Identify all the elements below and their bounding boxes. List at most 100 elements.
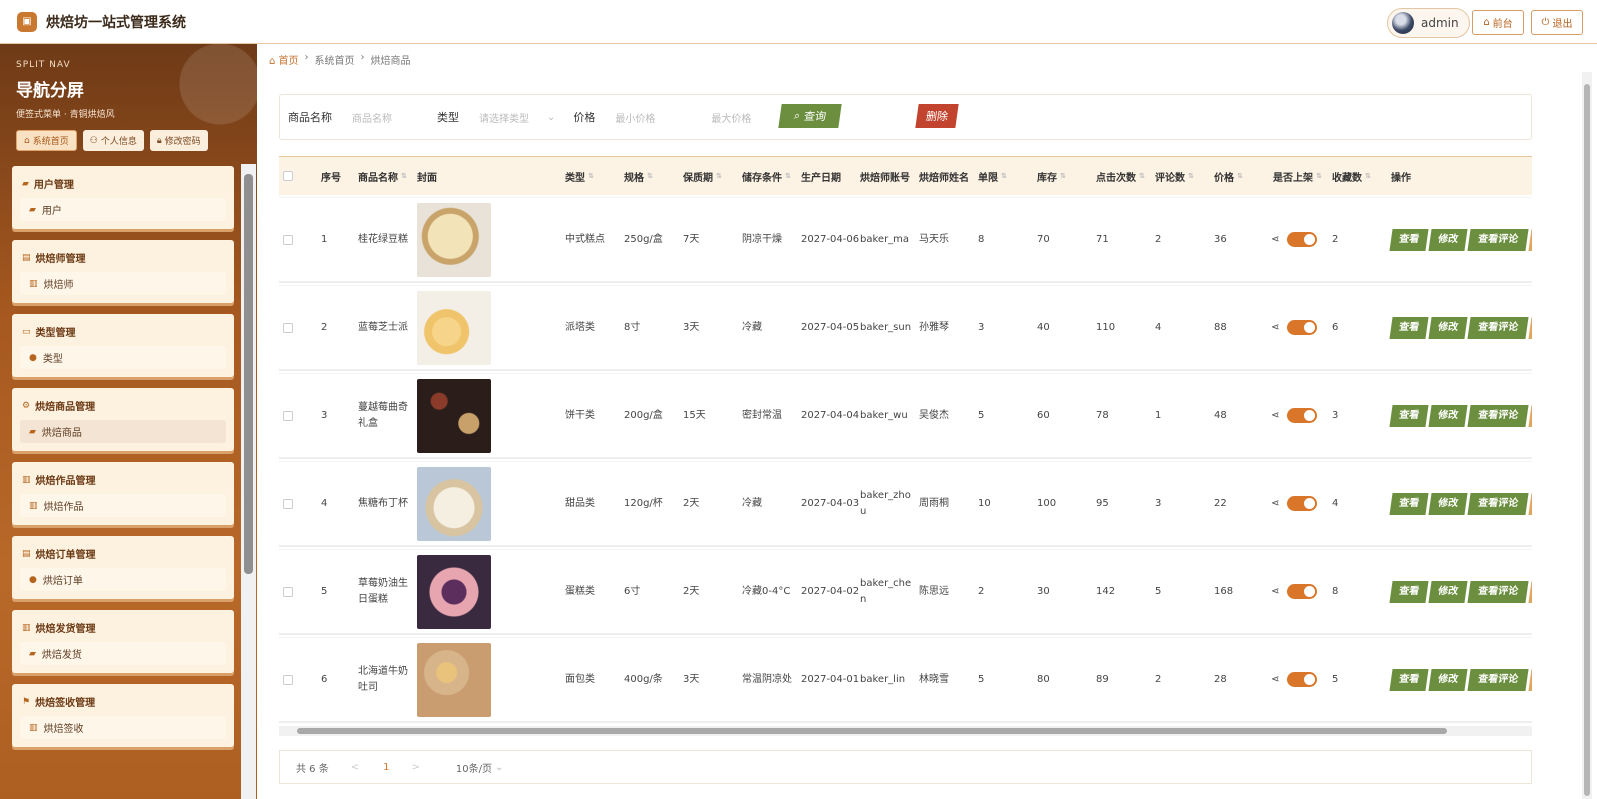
view-button[interactable]: 查看	[1389, 404, 1429, 427]
edit-button[interactable]: 修改	[1428, 668, 1468, 691]
view-comments-button[interactable]: 查看评论	[1467, 316, 1529, 339]
tab-home[interactable]: ⌂ 系统首页	[16, 130, 77, 151]
edit-button[interactable]: 修改	[1428, 492, 1468, 515]
next-page-button[interactable]: >	[412, 762, 420, 773]
more-actions-button[interactable]	[1528, 404, 1532, 427]
sort-icon[interactable]: ⇅	[401, 172, 407, 180]
sidebar-scrollbar[interactable]	[244, 174, 253, 574]
sidebar-item-order[interactable]: ● 烘焙订单	[20, 568, 226, 591]
row-checkbox[interactable]	[283, 586, 293, 597]
page-size-select[interactable]: 10条/页	[456, 760, 492, 775]
share-icon[interactable]: ⋖	[1271, 408, 1279, 424]
product-cover-image[interactable]	[417, 466, 491, 541]
sort-icon[interactable]: ⇅	[716, 172, 722, 180]
col-storage[interactable]: 储存条件 ⇅	[742, 157, 791, 195]
delete-button[interactable]: 删除	[915, 104, 959, 128]
product-cover-image[interactable]	[417, 202, 491, 277]
more-actions-button[interactable]	[1528, 668, 1532, 691]
sidebar-item-baker[interactable]: ▥ 烘焙师	[20, 272, 226, 295]
col-spec[interactable]: 规格 ⇅	[624, 157, 653, 195]
sort-icon[interactable]: ⇅	[1139, 172, 1145, 180]
sort-icon[interactable]: ⇅	[1001, 172, 1007, 180]
page-1[interactable]: 1	[383, 762, 389, 773]
user-badge[interactable]: admin	[1387, 8, 1470, 38]
share-icon[interactable]: ⋖	[1271, 496, 1279, 512]
menu-group-title[interactable]: ▤ 烘焙订单管理	[20, 544, 226, 568]
sort-icon[interactable]: ⇅	[1060, 172, 1066, 180]
view-comments-button[interactable]: 查看评论	[1467, 580, 1529, 603]
view-comments-button[interactable]: 查看评论	[1467, 404, 1529, 427]
type-select[interactable]: 请选择类型	[479, 110, 547, 125]
view-comments-button[interactable]: 查看评论	[1467, 228, 1529, 251]
sort-icon[interactable]: ⇅	[785, 172, 791, 180]
col-type[interactable]: 类型 ⇅	[565, 157, 594, 195]
tab-profile[interactable]: ⚇ 个人信息	[82, 130, 144, 151]
horizontal-scrollbar-thumb[interactable]	[297, 728, 1447, 734]
col-clicks[interactable]: 点击次数 ⇅	[1096, 157, 1145, 195]
view-button[interactable]: 查看	[1389, 668, 1429, 691]
product-cover-image[interactable]	[417, 554, 491, 629]
sidebar-item-works[interactable]: ▥ 烘焙作品	[20, 494, 226, 517]
col-favs[interactable]: 收藏数 ⇅	[1332, 157, 1371, 195]
edit-button[interactable]: 修改	[1428, 228, 1468, 251]
sort-icon[interactable]: ⇅	[647, 172, 653, 180]
select-all-checkbox[interactable]	[283, 171, 293, 181]
more-actions-button[interactable]	[1528, 316, 1532, 339]
col-stock[interactable]: 库存 ⇅	[1037, 157, 1066, 195]
edit-button[interactable]: 修改	[1428, 316, 1468, 339]
horizontal-scrollbar[interactable]	[279, 726, 1532, 736]
page-scrollbar[interactable]	[1582, 72, 1592, 799]
sort-icon[interactable]: ⇅	[1316, 172, 1322, 180]
sidebar-item-shipping[interactable]: ▰ 烘焙发货	[20, 642, 226, 665]
menu-group-title[interactable]: ▥ 烘焙作品管理	[20, 470, 226, 494]
col-price[interactable]: 价格 ⇅	[1214, 157, 1243, 195]
view-comments-button[interactable]: 查看评论	[1467, 492, 1529, 515]
breadcrumb-home[interactable]: ⌂ 首页	[269, 52, 299, 67]
more-actions-button[interactable]	[1528, 580, 1532, 603]
max-price-input[interactable]: 最大价格	[711, 110, 781, 125]
more-actions-button[interactable]	[1528, 228, 1532, 251]
on-shelf-toggle[interactable]	[1287, 408, 1318, 423]
tab-password[interactable]: 🔒︎ 修改密码	[149, 130, 208, 151]
breadcrumb-item[interactable]: 系统首页	[315, 52, 355, 67]
col-shelf[interactable]: 保质期 ⇅	[683, 157, 722, 195]
share-icon[interactable]: ⋖	[1271, 232, 1279, 248]
prev-page-button[interactable]: <	[351, 762, 359, 773]
row-checkbox[interactable]	[283, 322, 293, 333]
row-checkbox[interactable]	[283, 674, 293, 685]
sort-icon[interactable]: ⇅	[1365, 172, 1371, 180]
logout-button[interactable]: ⏻ 退出	[1531, 10, 1583, 35]
row-checkbox[interactable]	[283, 234, 293, 245]
query-button[interactable]: ⌕ 查询	[778, 104, 842, 128]
share-icon[interactable]: ⋖	[1271, 584, 1279, 600]
name-input[interactable]: 商品名称	[352, 110, 432, 125]
more-actions-button[interactable]	[1528, 492, 1532, 515]
share-icon[interactable]: ⋖	[1271, 320, 1279, 336]
on-shelf-toggle[interactable]	[1287, 320, 1318, 335]
view-button[interactable]: 查看	[1389, 492, 1429, 515]
min-price-input[interactable]: 最小价格	[615, 110, 691, 125]
row-checkbox[interactable]	[283, 498, 293, 509]
product-cover-image[interactable]	[417, 290, 491, 365]
menu-group-title[interactable]: ▤ 烘焙师管理	[20, 248, 226, 272]
menu-group-title[interactable]: ⚙ 烘焙商品管理	[20, 396, 226, 420]
on-shelf-toggle[interactable]	[1287, 496, 1318, 511]
col-limit[interactable]: 单限 ⇅	[978, 157, 1007, 195]
menu-group-title[interactable]: ▰ 用户管理	[20, 174, 226, 198]
row-checkbox[interactable]	[283, 410, 293, 421]
sidebar-item-user[interactable]: ▰ 用户	[20, 198, 226, 221]
front-button[interactable]: ⌂ 前台	[1472, 10, 1524, 35]
col-onshelf[interactable]: 是否上架 ⇅	[1273, 157, 1322, 195]
col-name[interactable]: 商品名称 ⇅	[358, 157, 407, 195]
on-shelf-toggle[interactable]	[1287, 672, 1318, 687]
menu-group-title[interactable]: ⚑ 烘焙签收管理	[20, 692, 226, 716]
page-scrollbar-thumb[interactable]	[1584, 84, 1590, 796]
menu-group-title[interactable]: ▭ 类型管理	[20, 322, 226, 346]
view-comments-button[interactable]: 查看评论	[1467, 668, 1529, 691]
product-cover-image[interactable]	[417, 378, 491, 453]
sort-icon[interactable]: ⇅	[1237, 172, 1243, 180]
sidebar-item-product[interactable]: ▰ 烘焙商品	[20, 420, 226, 443]
sort-icon[interactable]: ⇅	[1188, 172, 1194, 180]
share-icon[interactable]: ⋖	[1271, 672, 1279, 688]
product-cover-image[interactable]	[417, 642, 491, 717]
